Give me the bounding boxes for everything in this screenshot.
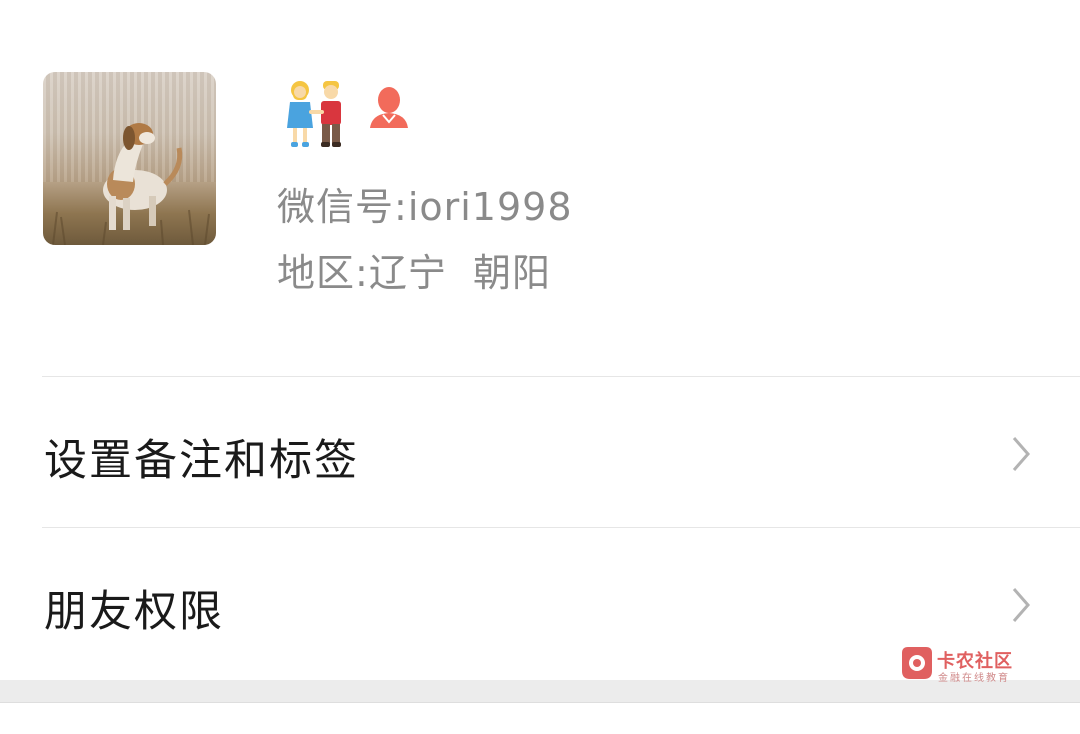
couple-emoji-icon: [287, 81, 341, 147]
wechat-id-value: iori1998: [407, 185, 573, 229]
chevron-right-icon: [1012, 588, 1030, 622]
watermark-subtitle: 金融在线教育: [938, 673, 1010, 684]
region-value: 辽宁 朝阳: [368, 251, 551, 295]
wechat-id-line: 微信号:iori1998: [277, 176, 573, 231]
chevron-right-icon: [1012, 437, 1030, 471]
watermark: 卡农社区 金融在线教育: [900, 645, 1025, 685]
wechat-id-label: 微信号:: [277, 185, 408, 229]
dog-photo: [52, 123, 210, 245]
menu-item-label: 设置备注和标签: [44, 436, 359, 486]
region-label: 地区:: [277, 251, 369, 295]
menu-item-remark-tags[interactable]: 设置备注和标签: [0, 377, 1080, 527]
menu-item-label: 朋友权限: [44, 587, 224, 637]
person-silhouette-icon: [370, 87, 408, 128]
profile-avatar[interactable]: [43, 72, 216, 245]
region-line: 地区:辽宁 朝阳: [277, 242, 551, 297]
watermark-logo-icon: [902, 647, 932, 679]
